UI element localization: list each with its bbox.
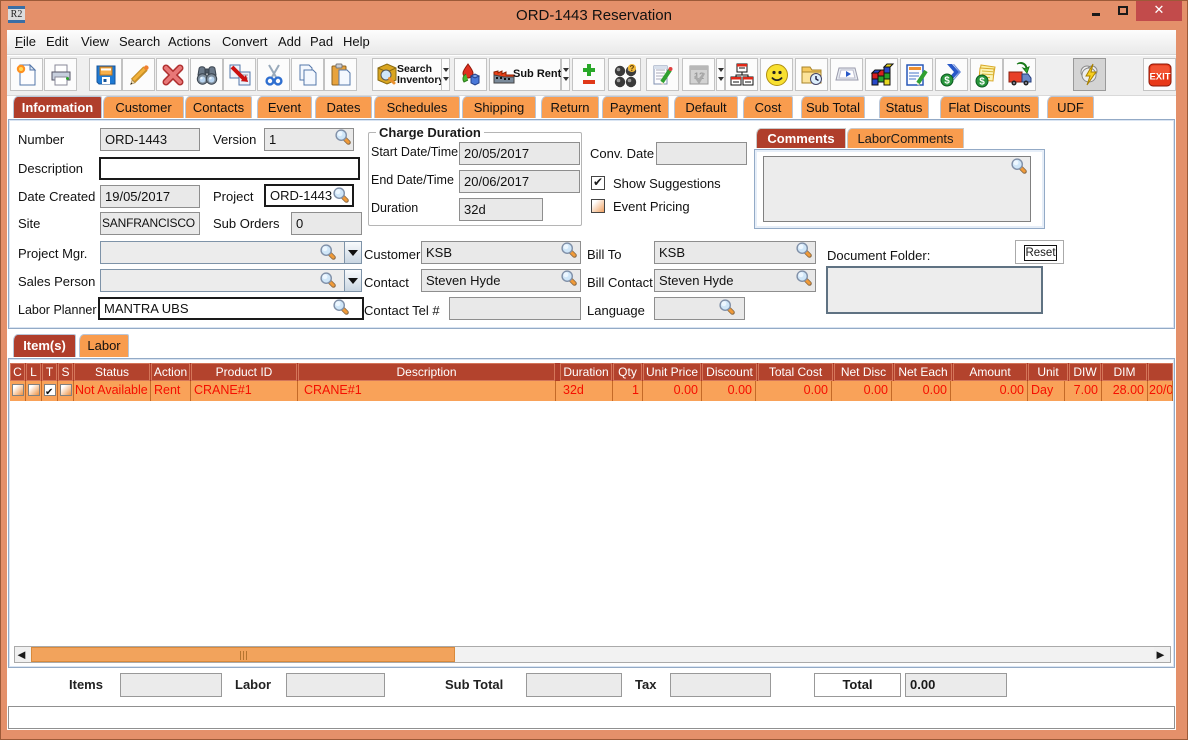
svg-text:?: ? [630,64,635,73]
svg-text:$: $ [944,76,950,87]
svg-text:EXIT: EXIT [1149,72,1170,83]
svg-text:$: $ [979,77,985,88]
